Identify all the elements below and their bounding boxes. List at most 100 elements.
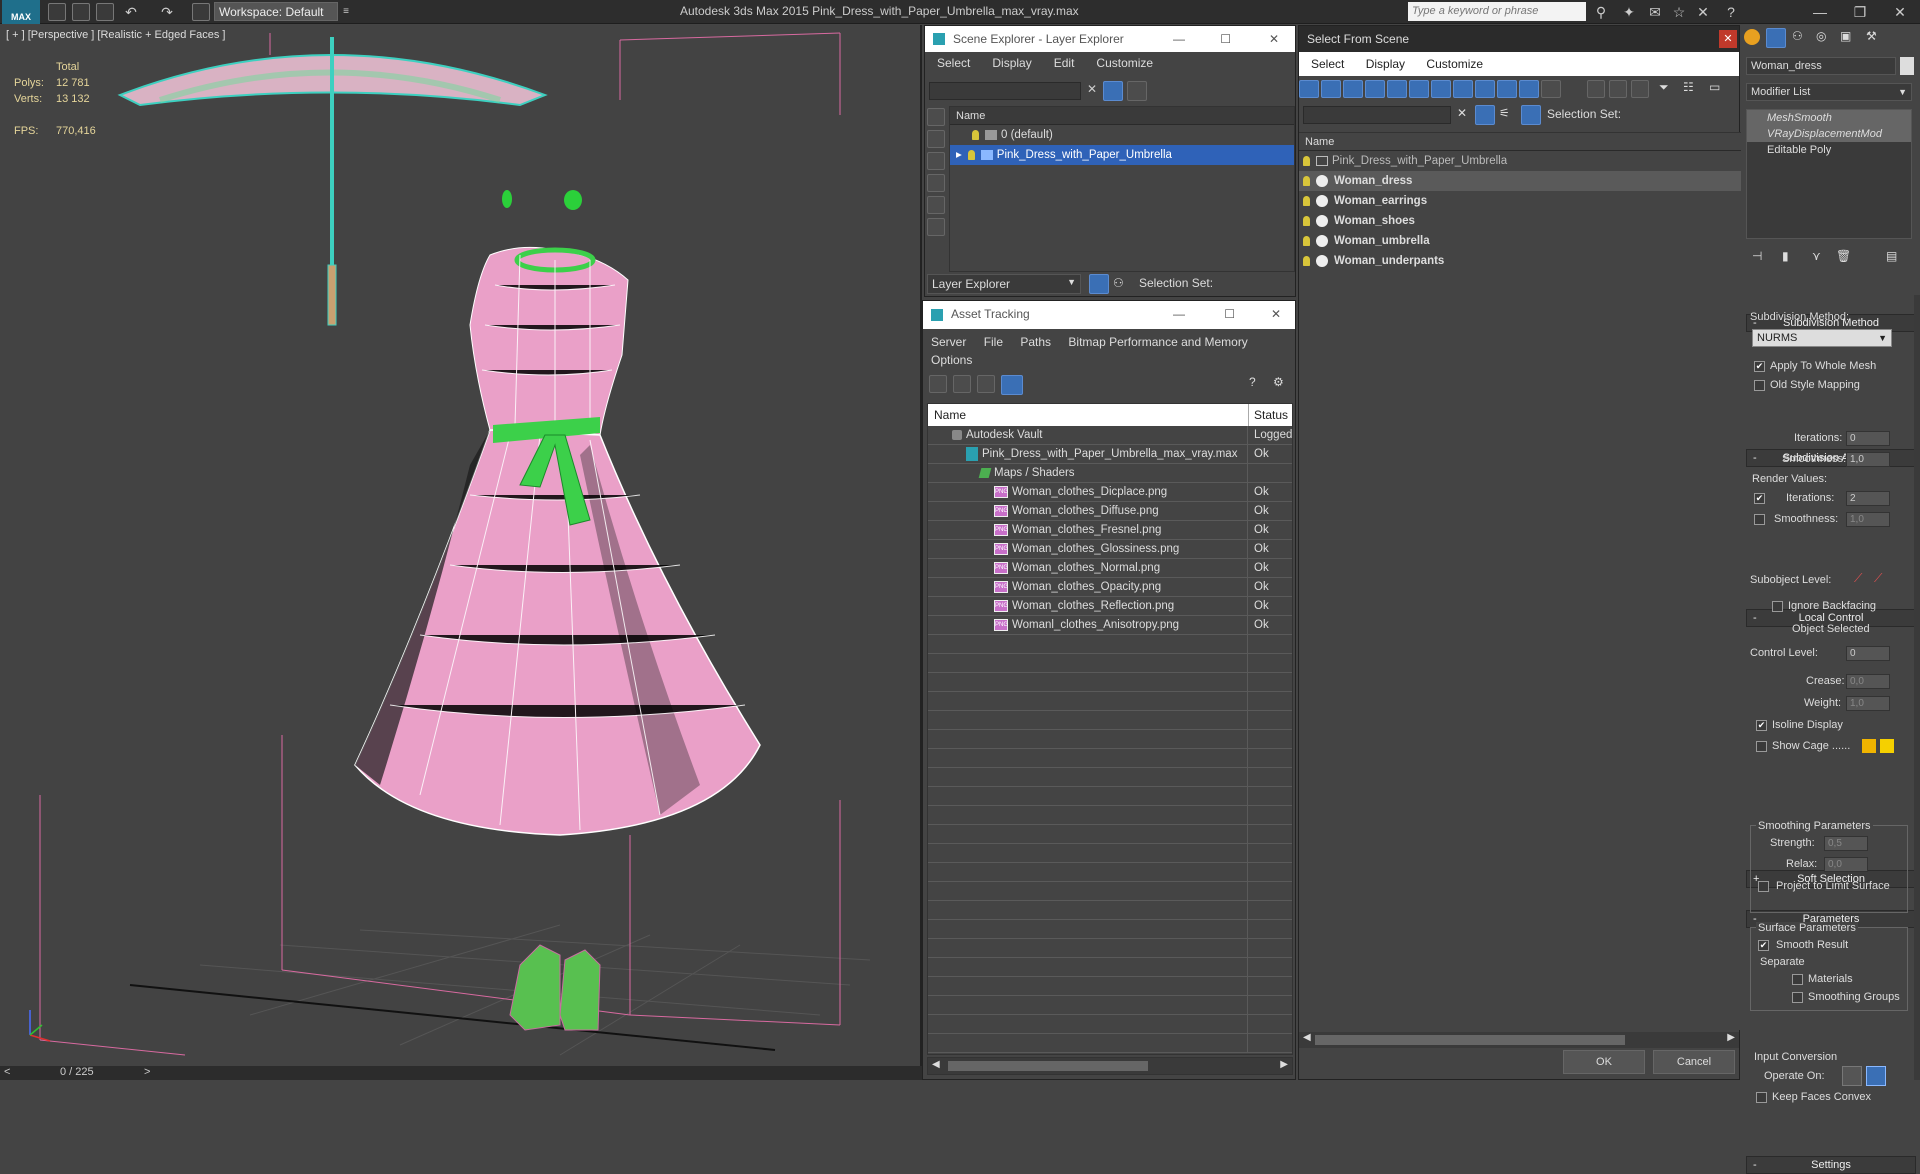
se-menu-customize[interactable]: Customize [1096,56,1153,72]
visibility-bulb-icon[interactable] [1303,175,1310,186]
at-maximize-icon[interactable]: ☐ [1224,301,1235,327]
cage-color-swatch-1[interactable] [1862,739,1876,753]
sfs-collapse-icon[interactable]: ▭ [1709,80,1720,94]
edge-icon[interactable]: ⟋ [1874,571,1882,586]
isoline-display-checkbox[interactable]: ✔ [1756,720,1767,731]
sfs-cameras-icon[interactable] [1365,80,1385,98]
se-spacewarps-icon[interactable] [927,218,945,236]
at-horizontal-scrollbar[interactable]: ◀ ▶ [927,1057,1293,1075]
sfs-close-icon[interactable]: ✕ [1719,30,1737,48]
at-row[interactable]: PNG Woman_clothes_Glossiness.png Ok [928,540,1292,559]
at-help-icon[interactable]: ? [1249,375,1256,389]
at-refresh-icon[interactable] [929,375,947,393]
sfs-menu-display[interactable]: Display [1366,57,1405,71]
se-minimize-icon[interactable]: — [1173,26,1185,52]
undo-icon[interactable]: ↶ [122,3,140,21]
se-menu-select[interactable]: Select [937,56,970,72]
visibility-bulb-icon[interactable] [1303,155,1310,166]
sfs-geometry-icon[interactable] [1299,80,1319,98]
subdivision-method-select[interactable]: NURMS ▼ [1752,329,1892,347]
show-cage-checkbox[interactable] [1756,741,1767,752]
close-tools-icon[interactable]: ✕ [1694,3,1712,21]
se-clear-search-icon[interactable]: ✕ [1087,82,1097,96]
se-col-name[interactable]: Name [950,107,1294,125]
sfs-invert-icon[interactable] [1631,80,1649,98]
render-smoothness-spinner[interactable]: 1,0 [1846,512,1890,527]
create-tab-icon[interactable] [1744,29,1760,45]
workspace-menu-icon[interactable]: ≡ [340,3,352,21]
sfs-object-row[interactable]: Woman_umbrella [1299,231,1741,251]
at-close-icon[interactable]: ✕ [1271,301,1281,327]
pin-stack-icon[interactable]: ⊣ [1752,249,1762,263]
control-level-spinner[interactable]: 0 [1846,646,1890,661]
ignore-backfacing-checkbox[interactable] [1772,601,1783,612]
at-row[interactable]: PNG Woman_clothes_Fresnel.png Ok [928,521,1292,540]
sfs-search-input[interactable] [1303,106,1451,124]
smooth-result-checkbox[interactable]: ✔ [1758,940,1769,951]
se-search-input[interactable] [929,82,1081,100]
tools-icon[interactable]: ✦ [1620,3,1638,21]
rollout-settings[interactable]: - Settings [1746,1156,1916,1174]
sfs-hierarchy-filter-icon[interactable]: ☷ [1683,80,1694,94]
se-filter-icon[interactable] [1103,81,1123,101]
stack-item-meshsmooth[interactable]: MeshSmooth [1747,110,1911,126]
sfs-hidden-icon[interactable] [1541,80,1561,98]
make-unique-icon[interactable]: ⋎ [1812,249,1821,263]
sfs-clear-search-icon[interactable]: ✕ [1457,106,1467,120]
help-icon[interactable]: ? [1722,3,1740,21]
show-end-result-icon[interactable]: ▮ [1782,249,1789,263]
favorites-icon[interactable]: ☆ [1670,3,1688,21]
at-row[interactable]: PNG Woman_clothes_Reflection.png Ok [928,597,1292,616]
at-menu-options[interactable]: Options [931,353,972,367]
at-menu-server[interactable]: Server [931,335,966,349]
sfs-menu-select[interactable]: Select [1311,57,1344,71]
restore-icon[interactable]: ❐ [1840,0,1880,24]
apply-whole-mesh-checkbox[interactable]: ✔ [1754,361,1765,372]
at-row[interactable]: PNG Womanl_clothes_Anisotropy.png Ok [928,616,1292,635]
sfs-find-icon[interactable] [1475,105,1495,125]
separate-materials-checkbox[interactable] [1792,974,1803,985]
app-logo[interactable]: MAX [2,0,40,24]
modifier-list-dropdown[interactable]: Modifier List ▼ [1746,83,1912,101]
sfs-layer-icon[interactable]: ⚟ [1499,106,1510,120]
at-minimize-icon[interactable]: — [1173,301,1185,327]
operate-on-polygons-button[interactable] [1866,1066,1886,1086]
close-icon[interactable]: ✕ [1880,0,1920,24]
minimize-icon[interactable]: — [1800,0,1840,24]
smoothness-spinner[interactable]: 1,0 [1846,452,1890,467]
at-row[interactable]: PNG Woman_clothes_Normal.png Ok [928,559,1292,578]
stack-item-vraydisplacement[interactable]: VRayDisplacementMod [1747,126,1911,142]
sfs-containers-icon[interactable] [1497,80,1517,98]
at-menu-bitmap[interactable]: Bitmap Performance and Memory [1068,335,1247,349]
visibility-bulb-icon[interactable] [972,129,979,140]
sfs-group-row[interactable]: Pink_Dress_with_Paper_Umbrella [1299,151,1741,171]
se-row-default-layer[interactable]: 0 (default) [950,125,1294,145]
weight-spinner[interactable]: 1,0 [1846,696,1890,711]
at-menu-paths[interactable]: Paths [1020,335,1051,349]
object-color-swatch[interactable] [1900,57,1914,75]
sfs-object-row[interactable]: Woman_shoes [1299,211,1741,231]
at-row[interactable]: Maps / Shaders [928,464,1292,483]
se-close-icon[interactable]: ✕ [1269,26,1279,52]
se-maximize-icon[interactable]: ☐ [1220,26,1231,52]
se-sphere-icon[interactable] [927,108,945,126]
at-col-name[interactable]: Name [934,404,966,426]
binoculars-icon[interactable]: ⚲ [1592,3,1610,21]
configure-sets-icon[interactable]: ▤ [1886,249,1897,263]
old-style-mapping-checkbox[interactable] [1754,380,1765,391]
sfs-select-none-icon[interactable] [1609,80,1627,98]
se-explorer-dropdown[interactable]: Layer Explorer ▼ [927,274,1081,294]
command-panel-scrollbar[interactable] [1914,295,1920,1080]
sfs-hierarchy-icon[interactable] [1521,105,1541,125]
time-prev-icon[interactable]: < [4,1066,10,1078]
at-row[interactable]: Autodesk Vault Logged [928,426,1292,445]
sfs-helpers-icon[interactable] [1387,80,1407,98]
visibility-bulb-icon[interactable] [1303,195,1310,206]
sfs-cancel-button[interactable]: Cancel [1653,1050,1735,1074]
visibility-bulb-icon[interactable] [1303,235,1310,246]
visibility-bulb-icon[interactable] [967,149,975,160]
communication-icon[interactable]: ✉ [1646,3,1664,21]
expand-arrow-icon[interactable]: ▸ [956,149,962,161]
iterations-spinner[interactable]: 0 [1846,431,1890,446]
sfs-bones-icon[interactable] [1475,80,1495,98]
